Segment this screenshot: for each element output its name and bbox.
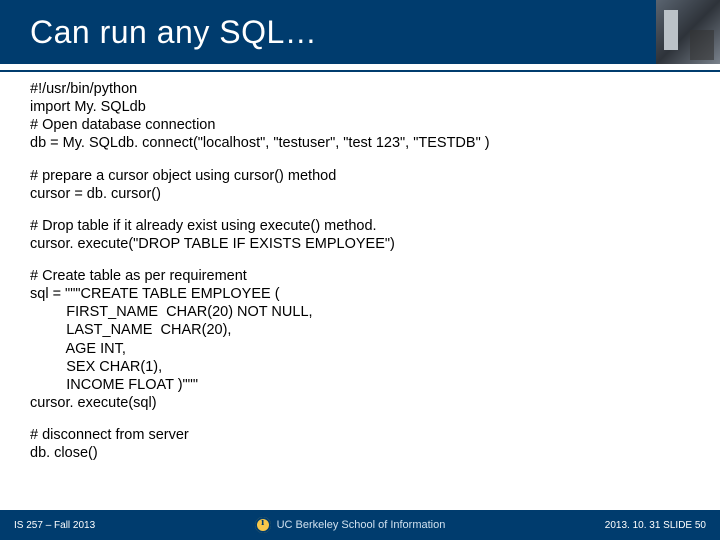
code-line: cursor. execute(sql)	[30, 394, 690, 412]
code-line: # prepare a cursor object using cursor()…	[30, 167, 690, 185]
slide-title: Can run any SQL…	[30, 14, 317, 51]
code-block-2: # prepare a cursor object using cursor()…	[30, 167, 690, 203]
code-line: sql = """CREATE TABLE EMPLOYEE (	[30, 285, 690, 303]
code-line: LAST_NAME CHAR(20),	[30, 321, 690, 339]
code-line: #!/usr/bin/python	[30, 80, 690, 98]
footer-center: UC Berkeley School of Information	[255, 517, 446, 533]
slide-body: #!/usr/bin/python import My. SQLdb # Ope…	[0, 72, 720, 510]
title-band: Can run any SQL…	[0, 0, 720, 64]
code-line: cursor = db. cursor()	[30, 185, 690, 203]
footer-left: IS 257 – Fall 2013	[14, 520, 95, 531]
footer-center-text: UC Berkeley School of Information	[277, 519, 446, 531]
code-line: FIRST_NAME CHAR(20) NOT NULL,	[30, 303, 690, 321]
code-line: cursor. execute("DROP TABLE IF EXISTS EM…	[30, 235, 690, 253]
code-line: SEX CHAR(1),	[30, 358, 690, 376]
code-block-1: #!/usr/bin/python import My. SQLdb # Ope…	[30, 80, 690, 153]
code-line: # Create table as per requirement	[30, 267, 690, 285]
code-block-3: # Drop table if it already exist using e…	[30, 217, 690, 253]
code-block-5: # disconnect from server db. close()	[30, 426, 690, 462]
slide: Can run any SQL… #!/usr/bin/python impor…	[0, 0, 720, 540]
code-line: # Drop table if it already exist using e…	[30, 217, 690, 235]
code-line: INCOME FLOAT )"""	[30, 376, 690, 394]
code-line: db. close()	[30, 444, 690, 462]
code-line: # Open database connection	[30, 116, 690, 134]
slide-footer: IS 257 – Fall 2013 UC Berkeley School of…	[0, 510, 720, 540]
code-line: # disconnect from server	[30, 426, 690, 444]
code-line: db = My. SQLdb. connect("localhost", "te…	[30, 134, 690, 152]
footer-right: 2013. 10. 31 SLIDE 50	[605, 520, 706, 531]
berkeley-logo-icon	[255, 517, 271, 533]
code-line: import My. SQLdb	[30, 98, 690, 116]
code-block-4: # Create table as per requirement sql = …	[30, 267, 690, 412]
code-line: AGE INT,	[30, 340, 690, 358]
title-decorative-photo	[656, 0, 720, 64]
